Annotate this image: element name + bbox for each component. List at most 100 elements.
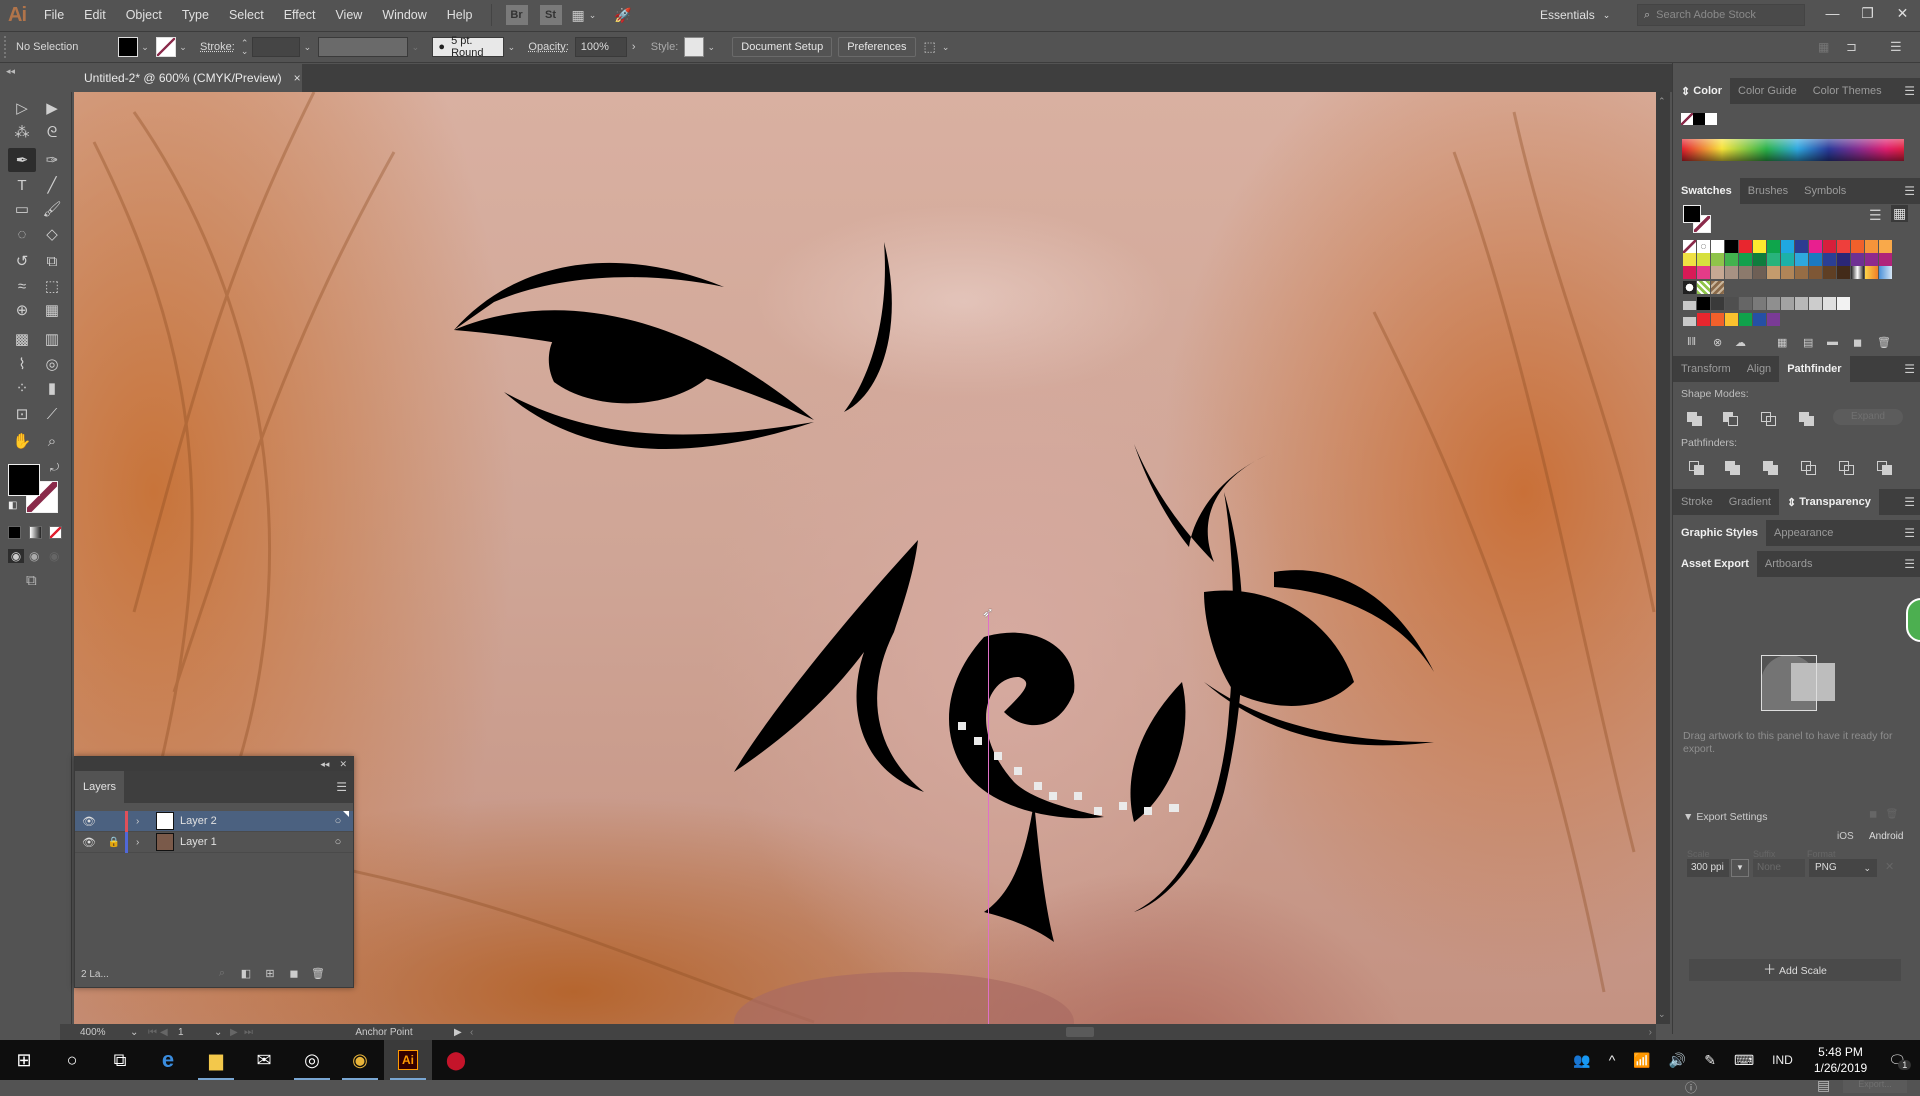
color-swatch[interactable] <box>1837 297 1850 310</box>
close-panel-icon[interactable]: ✕ <box>339 759 347 770</box>
align-options-icon[interactable]: ⊐ <box>1846 39 1857 55</box>
action-center-icon[interactable]: 🗨 1 <box>1888 1052 1912 1070</box>
color-swatch[interactable] <box>1725 297 1738 310</box>
tab-asset-export[interactable]: Asset Export <box>1673 551 1757 577</box>
locate-object-icon[interactable]: ⌕ <box>215 967 229 979</box>
last-artboard-button[interactable]: ⏭ <box>244 1025 314 1039</box>
layer-row[interactable]: 👁 🔒 › Layer 1 ○ <box>75 831 353 853</box>
minimize-button[interactable]: — <box>1815 0 1850 26</box>
curvature-tool[interactable]: ✑ <box>38 148 66 172</box>
zoom-level[interactable]: 400% <box>80 1025 130 1039</box>
menu-view[interactable]: View <box>325 8 372 22</box>
fill-color-box[interactable] <box>8 464 40 496</box>
none-swatch[interactable] <box>1681 113 1693 125</box>
graphic-styles-menu-icon[interactable]: ☰ <box>1904 526 1915 540</box>
artboard-tool[interactable]: ⊡ <box>8 402 36 426</box>
document-setup-button[interactable]: Document Setup <box>732 37 833 57</box>
symbol-sprayer-tool[interactable]: ⁘ <box>8 376 36 400</box>
workspace-switcher[interactable]: Essentials ⌄ <box>1540 4 1610 26</box>
cloud-library-icon[interactable]: ☁ <box>1735 336 1746 349</box>
task-view-button[interactable]: ⧉ <box>96 1040 144 1080</box>
tab-artboards[interactable]: Artboards <box>1757 551 1821 577</box>
control-bar-menu-icon[interactable]: ☰ <box>1890 39 1902 55</box>
color-swatch[interactable] <box>1809 297 1822 310</box>
tab-color[interactable]: ⇕ Color <box>1673 78 1731 104</box>
color-swatch[interactable] <box>1697 240 1710 253</box>
color-swatch[interactable] <box>1697 281 1710 294</box>
menu-type[interactable]: Type <box>172 8 219 22</box>
start-button[interactable]: ⊞ <box>0 1040 48 1080</box>
scale-tool[interactable]: ⧉ <box>38 249 66 273</box>
color-swatch[interactable] <box>1809 266 1822 279</box>
color-swatch[interactable] <box>1879 266 1892 279</box>
show-swatch-kinds-icon[interactable]: ⊗ <box>1713 336 1722 349</box>
brush-definition[interactable]: ● 5 pt. Round <box>432 35 505 59</box>
zoom-tool[interactable]: ⌕ <box>38 429 66 453</box>
tab-stroke[interactable]: Stroke <box>1673 489 1721 515</box>
tab-symbols[interactable]: Symbols <box>1796 178 1854 204</box>
color-swatch[interactable] <box>1767 253 1780 266</box>
color-swatch[interactable] <box>1739 240 1752 253</box>
color-swatch[interactable] <box>1851 253 1864 266</box>
perspective-grid-tool[interactable]: ▦ <box>38 298 66 322</box>
suffix-input[interactable]: None <box>1753 859 1805 877</box>
swap-fill-stroke-icon[interactable]: ⤾ <box>50 462 59 475</box>
touch-keyboard-icon[interactable]: ⌨ <box>1734 1052 1754 1069</box>
pen-tool[interactable]: ✒ <box>8 148 36 172</box>
horizontal-scrollbar-thumb[interactable] <box>1066 1027 1094 1037</box>
remove-scale-icon[interactable]: ✕ <box>1885 860 1894 873</box>
gradient-tool[interactable]: ▥ <box>38 327 66 351</box>
outline-icon[interactable] <box>1839 461 1855 475</box>
opacity-arrow[interactable]: › <box>627 37 641 57</box>
tab-color-themes[interactable]: Color Themes <box>1805 78 1890 104</box>
style-swatch[interactable] <box>684 37 705 57</box>
next-artboard-button[interactable]: ▶ <box>230 1025 244 1039</box>
color-swatch[interactable] <box>1753 297 1766 310</box>
color-swatch[interactable] <box>1725 253 1738 266</box>
lock-icon[interactable]: 🔒 <box>103 837 125 848</box>
color-swatch[interactable] <box>1795 266 1808 279</box>
slice-tool[interactable]: ⟋ <box>38 402 66 426</box>
trim-icon[interactable] <box>1725 461 1741 475</box>
create-layer-icon[interactable]: ◼ <box>287 967 301 980</box>
color-mode-button[interactable] <box>8 526 21 539</box>
gradient-mode-button[interactable] <box>29 526 42 539</box>
stroke-stepper[interactable]: ⌃ ⌄ <box>241 39 249 56</box>
rectangle-tool[interactable]: ▭ <box>8 197 36 221</box>
menu-edit[interactable]: Edit <box>74 8 116 22</box>
collapse-toolbar-icon[interactable]: ◂◂ <box>6 66 15 77</box>
color-swatch[interactable] <box>1823 240 1836 253</box>
selection-tool[interactable]: ▷ <box>8 96 36 120</box>
pen-workspace-icon[interactable]: ✎ <box>1704 1052 1716 1069</box>
grip-handle[interactable] <box>4 36 10 58</box>
gpu-performance-icon[interactable]: 🚀 <box>614 7 631 24</box>
stroke-dropdown[interactable]: ⌄ <box>176 37 190 57</box>
color-spectrum-bar[interactable] <box>1682 139 1904 161</box>
eraser-tool[interactable]: ◇ <box>38 222 66 246</box>
chevron-down-icon[interactable]: ⌄ <box>942 42 950 53</box>
shape-builder-tool[interactable]: ⊕ <box>8 298 36 322</box>
change-screen-mode-icon[interactable]: ⧉ <box>26 572 37 589</box>
draw-inside-icon[interactable]: ◉ <box>49 549 59 563</box>
color-swatch[interactable] <box>1753 253 1766 266</box>
color-swatch[interactable] <box>1711 266 1724 279</box>
bridge-button[interactable]: Br <box>505 5 528 25</box>
intersect-icon[interactable] <box>1761 412 1777 426</box>
pathfinder-panel-menu-icon[interactable]: ☰ <box>1904 362 1915 376</box>
fill-dropdown[interactable]: ⌄ <box>138 37 152 57</box>
color-swatch[interactable] <box>1823 253 1836 266</box>
minus-front-icon[interactable] <box>1723 412 1739 426</box>
stroke-weight-input[interactable] <box>252 37 301 57</box>
scale-dropdown[interactable]: ▼ <box>1731 859 1749 877</box>
scroll-left-icon[interactable]: ‹ <box>470 1025 486 1039</box>
swatch-fill-indicator[interactable] <box>1683 205 1701 223</box>
color-swatch[interactable] <box>1697 253 1710 266</box>
tool-status-text[interactable]: Anchor Point <box>314 1025 454 1039</box>
tab-transform[interactable]: Transform <box>1673 356 1739 382</box>
blend-tool[interactable]: ◎ <box>38 352 66 376</box>
groove-music-icon[interactable]: ◎ <box>288 1040 336 1080</box>
target-circle-icon[interactable]: ○ <box>323 836 353 848</box>
visibility-eye-icon[interactable]: 👁 <box>75 815 103 828</box>
fill-swatch[interactable] <box>118 37 138 57</box>
stroke-swatch[interactable] <box>156 37 176 57</box>
